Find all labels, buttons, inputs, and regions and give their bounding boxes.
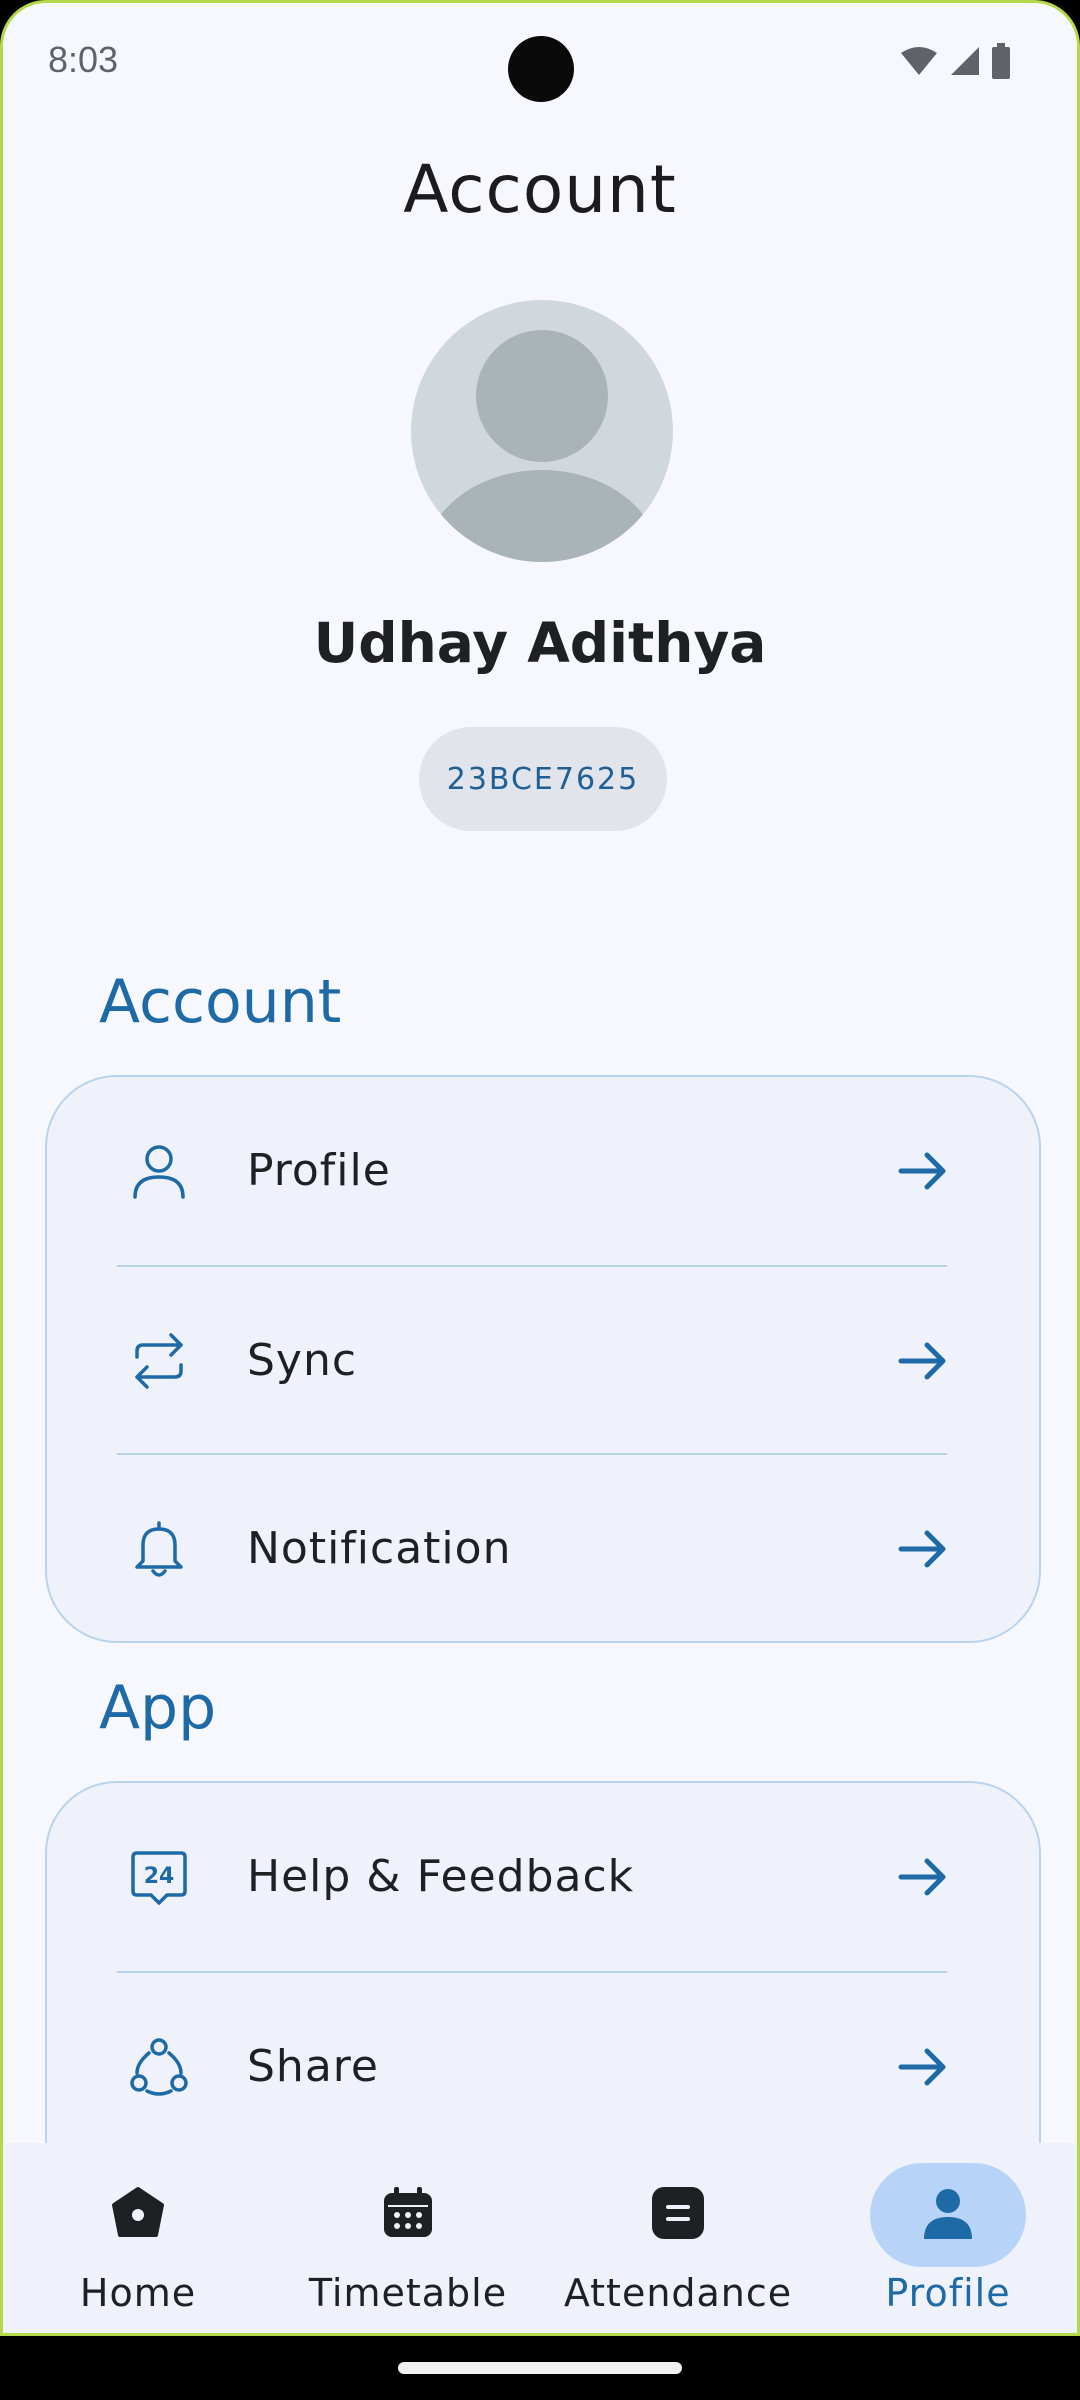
settings-row-label: Help & Feedback	[247, 1851, 635, 1902]
status-bar: 8:03	[3, 3, 1077, 123]
settings-row-notification[interactable]: Notification	[47, 1455, 1039, 1643]
page-title: Account	[403, 151, 677, 228]
arrow-right-icon	[895, 1333, 951, 1389]
nav-label: Attendance	[563, 2271, 793, 2315]
app-screen: 8:03 Account Udhay Adithya 23BCE7625 Acc…	[0, 0, 1080, 2336]
nav-label: Timetable	[308, 2271, 508, 2315]
student-id-chip: 23BCE7625	[419, 727, 667, 831]
battery-icon	[991, 43, 1011, 83]
home-icon	[110, 2185, 166, 2245]
nav-icon-container	[330, 2163, 486, 2267]
bell-icon	[127, 1517, 191, 1581]
nav-label: Home	[79, 2271, 197, 2315]
nav-item-attendance[interactable]: Attendance	[543, 2143, 813, 2333]
nav-label: Profile	[885, 2271, 1011, 2315]
nav-icon-container	[870, 2163, 1026, 2267]
settings-row-label: Share	[247, 2041, 379, 2092]
settings-row-profile[interactable]: Profile	[47, 1077, 1039, 1265]
nav-icon-container	[600, 2163, 756, 2267]
settings-row-share[interactable]: Share	[47, 1973, 1039, 2161]
person-filled-icon	[920, 2185, 976, 2245]
attendance-icon	[650, 2185, 706, 2245]
section-title-account: Account	[99, 967, 342, 1037]
svg-text:24: 24	[144, 1864, 175, 1889]
settings-row-sync[interactable]: Sync	[47, 1267, 1039, 1455]
status-time: 8:03	[48, 39, 119, 80]
share-icon	[127, 2035, 191, 2099]
gesture-navigation-bar[interactable]	[398, 2362, 682, 2374]
user-name: Udhay Adithya	[313, 611, 767, 675]
nav-item-home[interactable]: Home	[3, 2143, 273, 2333]
settings-row-label: Sync	[247, 1335, 358, 1386]
camera-cutout	[508, 36, 574, 102]
bottom-navigation: Home Timetable Attendance Profile	[3, 2143, 1077, 2333]
status-icons	[899, 43, 1011, 83]
calendar-icon	[380, 2185, 436, 2245]
section-title-app: App	[99, 1673, 217, 1743]
sync-icon	[127, 1329, 191, 1393]
arrow-right-icon	[895, 1849, 951, 1905]
settings-row-label: Notification	[247, 1523, 512, 1574]
nav-item-timetable[interactable]: Timetable	[273, 2143, 543, 2333]
signal-icon	[949, 45, 981, 81]
settings-row-label: Profile	[247, 1145, 391, 1196]
nav-icon-container	[60, 2163, 216, 2267]
nav-item-profile[interactable]: Profile	[813, 2143, 1077, 2333]
arrow-right-icon	[895, 1143, 951, 1199]
account-settings-card: Profile Sync Notification	[45, 1075, 1041, 1643]
support-24-icon: 24	[127, 1845, 191, 1909]
person-icon	[127, 1139, 191, 1203]
arrow-right-icon	[895, 1521, 951, 1577]
default-avatar-icon[interactable]	[411, 300, 673, 562]
arrow-right-icon	[895, 2039, 951, 2095]
settings-row-help-feedback[interactable]: 24 Help & Feedback	[47, 1783, 1039, 1971]
wifi-icon	[899, 45, 939, 81]
